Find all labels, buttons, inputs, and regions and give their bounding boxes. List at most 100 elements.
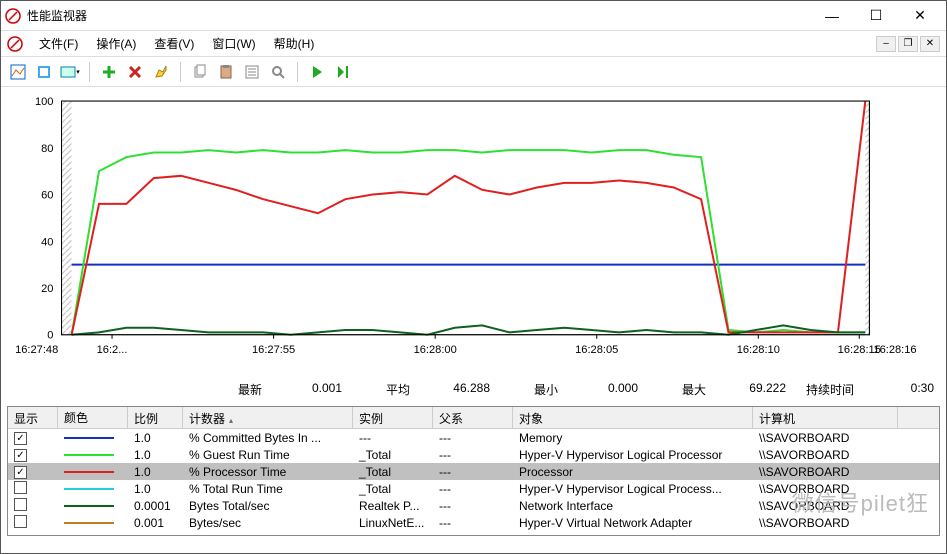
object-value: Processor (513, 464, 753, 480)
svg-text:16:28:10: 16:28:10 (737, 344, 780, 356)
counter-name: % Total Run Time (183, 481, 353, 497)
svg-text:16:28:05: 16:28:05 (575, 344, 618, 356)
header-counter[interactable]: 计数器▴ (183, 407, 353, 428)
show-checkbox[interactable]: ✓ (14, 466, 27, 479)
app-icon-small (7, 36, 23, 52)
instance-value: --- (353, 430, 433, 446)
svg-text:60: 60 (41, 190, 53, 202)
update-button[interactable] (332, 61, 354, 83)
object-value: Memory (513, 430, 753, 446)
show-checkbox[interactable] (14, 498, 27, 511)
copy-button[interactable] (189, 61, 211, 83)
delete-counter-button[interactable] (124, 61, 146, 83)
computer-value: \\SAVORBOARD (753, 430, 898, 446)
parent-value: --- (433, 498, 513, 514)
instance-value: _Total (353, 464, 433, 480)
stats-latest-label: 最新 (202, 381, 262, 398)
color-swatch (58, 487, 128, 491)
stats-min-label: 最小 (498, 381, 558, 398)
header-instance[interactable]: 实例 (353, 407, 433, 428)
parent-value: --- (433, 515, 513, 531)
grid-header: 显示 颜色 比例 计数器▴ 实例 父系 对象 计算机 (8, 407, 939, 429)
color-swatch (58, 504, 128, 508)
computer-value: \\SAVORBOARD (753, 515, 898, 531)
table-row[interactable]: ✓1.0% Guest Run Time_Total---Hyper-V Hyp… (8, 446, 939, 463)
stats-latest-value: 0.001 (270, 381, 342, 398)
counter-name: Bytes Total/sec (183, 498, 353, 514)
svg-text:20: 20 (41, 283, 53, 295)
properties-button[interactable] (241, 61, 263, 83)
close-button[interactable]: ✕ (898, 2, 942, 30)
object-value: Hyper-V Hypervisor Logical Processor (513, 447, 753, 463)
parent-value: --- (433, 464, 513, 480)
object-value: Hyper-V Hypervisor Logical Process... (513, 481, 753, 497)
mdi-restore[interactable]: ❐ (898, 36, 918, 52)
header-show[interactable]: 显示 (8, 407, 58, 428)
counter-name: Bytes/sec (183, 515, 353, 531)
chart-area: 02040608010016:27:4816:28:1616:2...16:27… (1, 87, 946, 375)
stats-row: 最新 0.001 平均 46.288 最小 0.000 最大 69.222 持续… (1, 375, 946, 404)
instance-value: _Total (353, 447, 433, 463)
svg-text:16:28:00: 16:28:00 (414, 344, 457, 356)
menubar: 文件(F) 操作(A) 查看(V) 窗口(W) 帮助(H) – ❐ ✕ (1, 31, 946, 57)
view-chart-button[interactable] (7, 61, 29, 83)
show-checkbox[interactable] (14, 481, 27, 494)
stats-duration-value: 0:30 (862, 381, 934, 398)
scale-value: 1.0 (128, 447, 183, 463)
color-swatch (58, 453, 128, 457)
parent-value: --- (433, 481, 513, 497)
freeze-button[interactable] (306, 61, 328, 83)
svg-text:16:27:48: 16:27:48 (15, 344, 58, 356)
computer-value: \\SAVORBOARD (753, 447, 898, 463)
table-row[interactable]: 1.0% Total Run Time_Total---Hyper-V Hype… (8, 480, 939, 497)
show-checkbox[interactable]: ✓ (14, 432, 27, 445)
display-type-button[interactable]: ▾ (59, 61, 81, 83)
stats-avg-value: 46.288 (418, 381, 490, 398)
menu-help[interactable]: 帮助(H) (266, 33, 323, 54)
computer-value: \\SAVORBOARD (753, 481, 898, 497)
menu-view[interactable]: 查看(V) (146, 33, 202, 54)
mdi-minimize[interactable]: – (876, 36, 896, 52)
data-source-button[interactable] (33, 61, 55, 83)
zoom-button[interactable] (267, 61, 289, 83)
counter-name: % Guest Run Time (183, 447, 353, 463)
table-row[interactable]: ✓1.0% Processor Time_Total---Processor\\… (8, 463, 939, 480)
window-title: 性能监视器 (27, 7, 810, 24)
header-parent[interactable]: 父系 (433, 407, 513, 428)
header-color[interactable]: 颜色 (58, 407, 128, 428)
svg-text:16:28:15: 16:28:15 (838, 344, 881, 356)
minimize-button[interactable]: — (810, 2, 854, 30)
instance-value: LinuxNetE... (353, 515, 433, 531)
object-value: Hyper-V Virtual Network Adapter (513, 515, 753, 531)
color-swatch (58, 470, 128, 474)
svg-text:100: 100 (35, 96, 54, 108)
app-icon (5, 8, 21, 24)
add-counter-button[interactable] (98, 61, 120, 83)
show-checkbox[interactable] (14, 515, 27, 528)
maximize-button[interactable]: ☐ (854, 2, 898, 30)
highlight-button[interactable] (150, 61, 172, 83)
table-row[interactable]: 0.0001Bytes Total/secRealtek P...---Netw… (8, 497, 939, 514)
scale-value: 0.001 (128, 515, 183, 531)
header-scale[interactable]: 比例 (128, 407, 183, 428)
mdi-close[interactable]: ✕ (920, 36, 940, 52)
stats-duration-label: 持续时间 (794, 381, 854, 398)
show-checkbox[interactable]: ✓ (14, 449, 27, 462)
menu-file[interactable]: 文件(F) (31, 33, 86, 54)
stats-avg-label: 平均 (350, 381, 410, 398)
parent-value: --- (433, 430, 513, 446)
computer-value: \\SAVORBOARD (753, 498, 898, 514)
table-row[interactable]: 0.001Bytes/secLinuxNetE...---Hyper-V Vir… (8, 514, 939, 531)
menu-window[interactable]: 窗口(W) (204, 33, 263, 54)
menu-action[interactable]: 操作(A) (88, 33, 144, 54)
stats-max-label: 最大 (646, 381, 706, 398)
table-row[interactable]: ✓1.0% Committed Bytes In ...------Memory… (8, 429, 939, 446)
header-object[interactable]: 对象 (513, 407, 753, 428)
paste-button[interactable] (215, 61, 237, 83)
header-computer[interactable]: 计算机 (753, 407, 898, 428)
svg-text:40: 40 (41, 236, 53, 248)
svg-text:16:2...: 16:2... (97, 344, 128, 356)
counter-grid: 显示 颜色 比例 计数器▴ 实例 父系 对象 计算机 ✓1.0% Committ… (7, 406, 940, 536)
counter-name: % Committed Bytes In ... (183, 430, 353, 446)
counter-name: % Processor Time (183, 464, 353, 480)
